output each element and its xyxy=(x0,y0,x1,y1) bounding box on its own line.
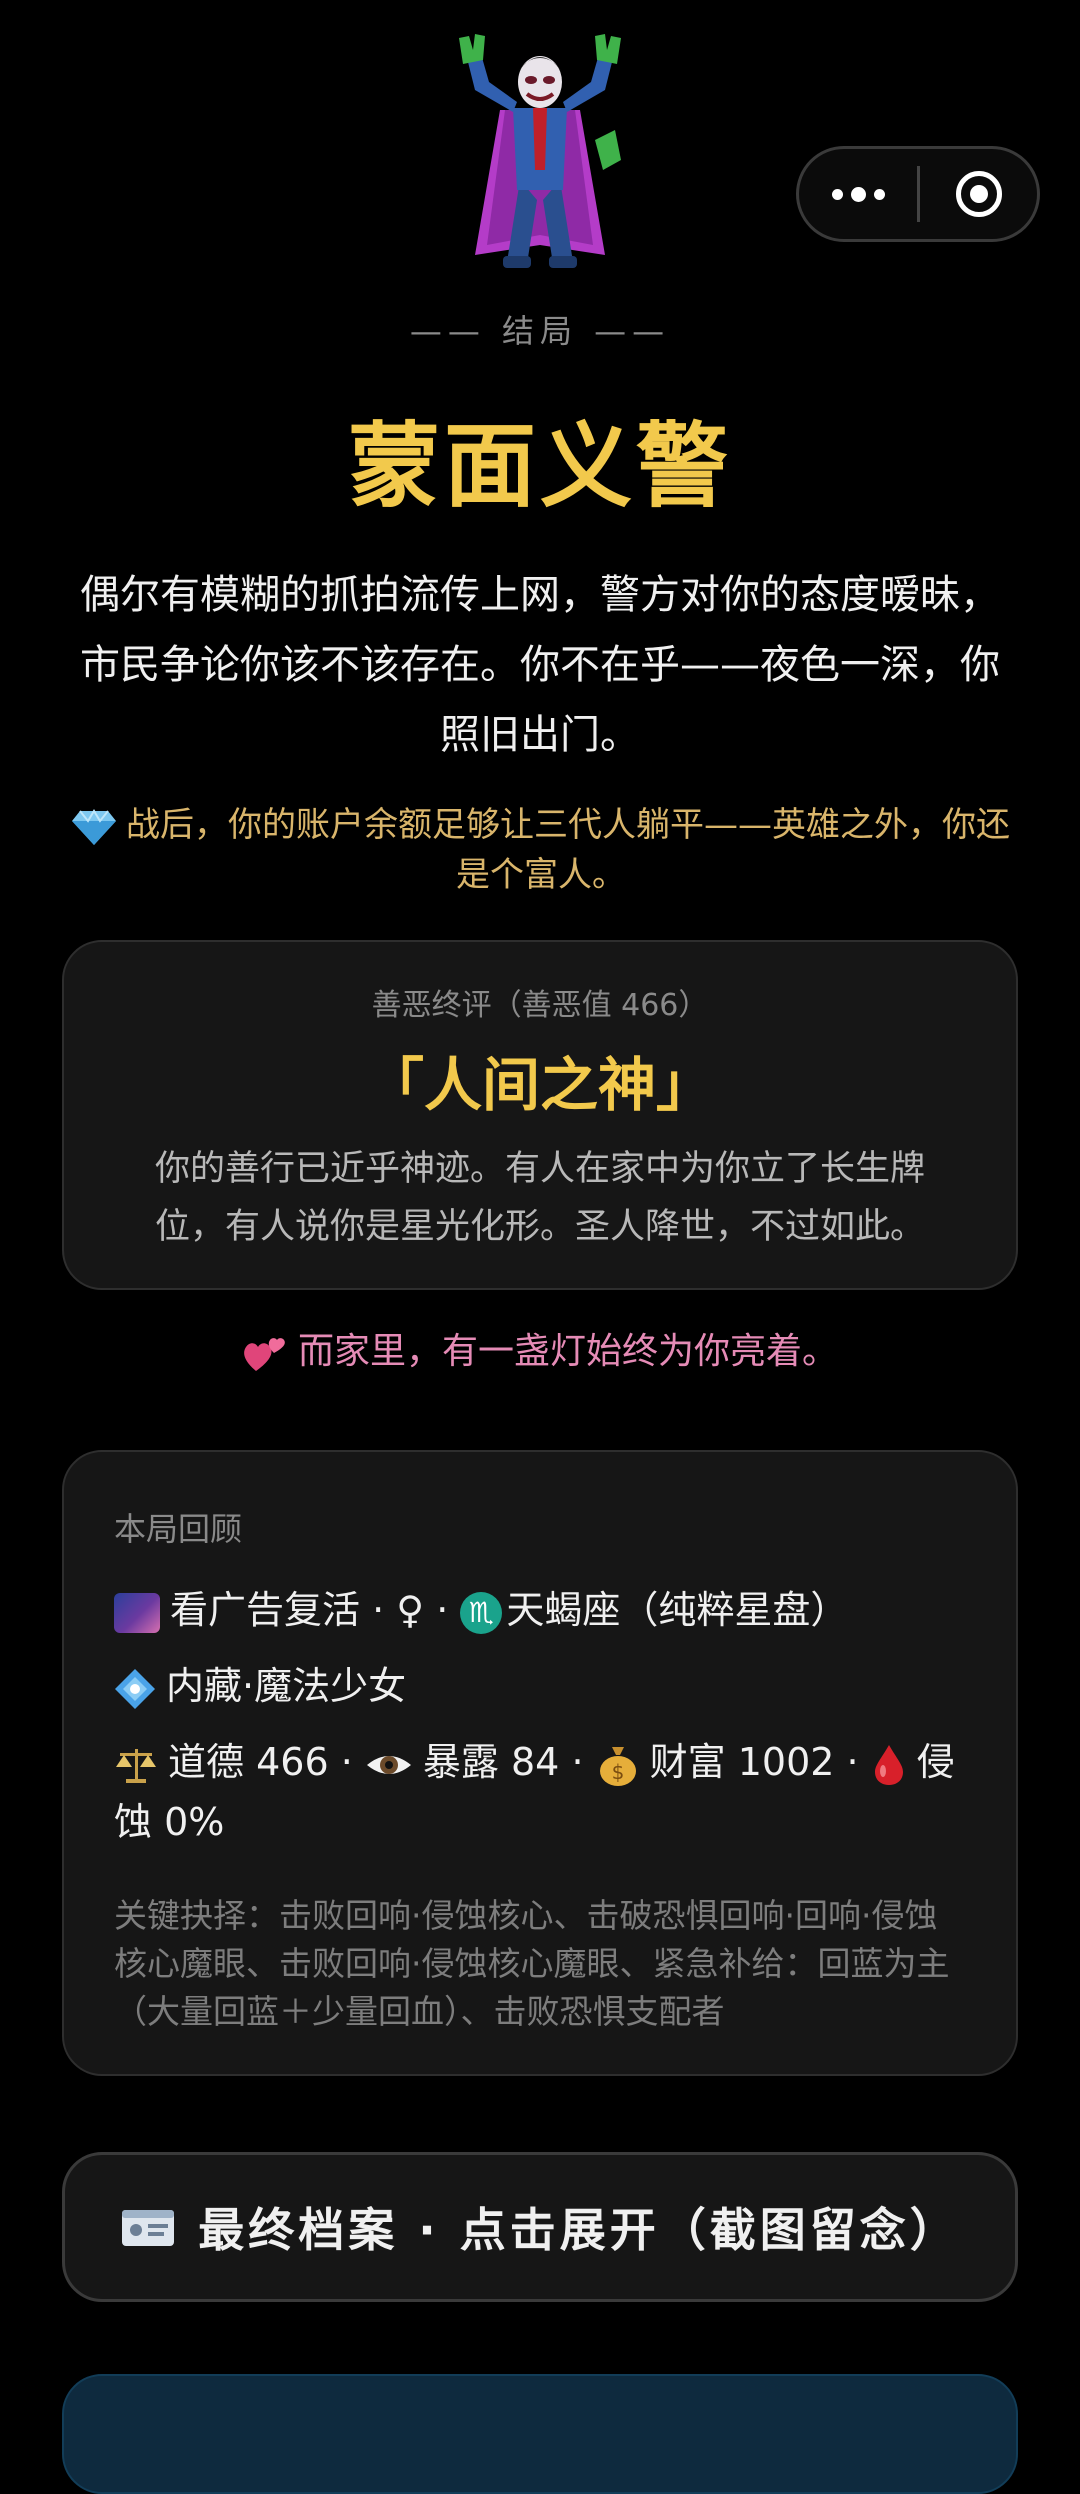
ending-title: 蒙面义警 xyxy=(347,413,732,520)
milky-way-icon xyxy=(114,1592,160,1633)
verdict-title: 「人间之神」 xyxy=(365,1051,714,1119)
zodiac-text: 天蝎座（纯粹星盘） xyxy=(506,1588,849,1632)
more-dot-center xyxy=(850,186,866,202)
final-archive-button[interactable]: 最终档案 · 点击展开（截图留念） xyxy=(62,2152,1018,2302)
blood-drop-icon xyxy=(874,1744,903,1785)
gem-stone-icon xyxy=(72,808,116,845)
diamond-with-dot-icon xyxy=(115,1668,155,1709)
exposure-value: 84 xyxy=(511,1740,560,1784)
close-miniprogram-button[interactable] xyxy=(920,149,1037,239)
revive-text: 看广告复活 xyxy=(170,1588,361,1632)
verdict-text: 你的善行已近乎神迹。有人在家中为你立了长生牌位，有人说你是星光化形。圣人降世，不… xyxy=(154,1149,925,1247)
more-dot-right xyxy=(873,188,885,200)
wealth-label: 财富 xyxy=(649,1740,726,1784)
key-choices: 关键抉择：击败回响·侵蚀核心、击破恐惧回响·回响·侵蚀核心魔眼、击败回响·侵蚀核… xyxy=(114,1896,950,2031)
corrosion-value: 0% xyxy=(164,1800,225,1844)
eye-icon xyxy=(366,1755,411,1774)
balance-scale-icon xyxy=(116,1748,156,1783)
more-dots-icon xyxy=(831,188,843,200)
separator: · xyxy=(360,1588,397,1632)
final-archive-label: 最终档案 · 点击展开（截图留念） xyxy=(198,2203,960,2257)
target-circle-icon xyxy=(955,171,1002,217)
separator: · xyxy=(424,1588,461,1632)
scorpio-icon: ♏ xyxy=(460,1591,503,1634)
morality-value: 466 xyxy=(256,1740,329,1784)
gender-symbol: ♀ xyxy=(396,1588,425,1632)
money-bag-icon: $ xyxy=(599,1746,636,1786)
verdict-label: 善恶终评（善恶值 466） xyxy=(371,988,709,1023)
separator: · xyxy=(328,1740,365,1784)
review-line-stats: 道德 466 · 暴露 84 · $ 财富 1002 · 侵蚀 0% xyxy=(114,1732,966,1852)
miniprogram-capsule xyxy=(796,146,1040,242)
separator: · xyxy=(834,1740,871,1784)
round-review-card: 本局回顾 看广告复活 · ♀ · ♏ 天蝎座（纯粹星盘） 内藏·魔法少女 道德 4… xyxy=(62,1450,1018,2076)
wealth-line: 战后，你的账户余额足够让三代人躺平——英雄之外，你还是个富人。 xyxy=(62,800,1020,900)
hidden-identity: 内藏·魔法少女 xyxy=(166,1664,407,1708)
wealth-text: 战后，你的账户余额足够让三代人躺平——英雄之外，你还是个富人。 xyxy=(126,805,1010,895)
masked-villain-avatar xyxy=(459,34,621,268)
more-button[interactable] xyxy=(799,149,917,239)
ending-description: 偶尔有模糊的抓拍流传上网，警方对你的态度暧昧，市民争论你该不该存在。你不在乎——… xyxy=(80,572,1000,758)
review-label: 本局回顾 xyxy=(114,1510,243,1548)
morality-label: 道德 xyxy=(168,1740,245,1784)
two-hearts-icon xyxy=(244,1338,285,1371)
review-line-hidden: 内藏·魔法少女 xyxy=(114,1656,966,1716)
svg-text:$: $ xyxy=(611,1760,624,1784)
family-line: 而家里，有一盏灯始终为你亮着。 xyxy=(0,1322,1080,1374)
verdict-card: 善恶终评（善恶值 466） 「人间之神」 你的善行已近乎神迹。有人在家中为你立了… xyxy=(62,940,1018,1290)
next-panel xyxy=(62,2374,1018,2494)
review-line-identity: 看广告复活 · ♀ · ♏ 天蝎座（纯粹星盘） xyxy=(114,1580,966,1640)
family-text: 而家里，有一盏灯始终为你亮着。 xyxy=(297,1331,838,1372)
wealth-value: 1002 xyxy=(737,1740,835,1784)
separator: · xyxy=(559,1740,596,1784)
exposure-label: 暴露 xyxy=(422,1740,499,1784)
ending-label: —— 结局 —— xyxy=(409,312,671,350)
id-card-icon xyxy=(122,2210,175,2246)
